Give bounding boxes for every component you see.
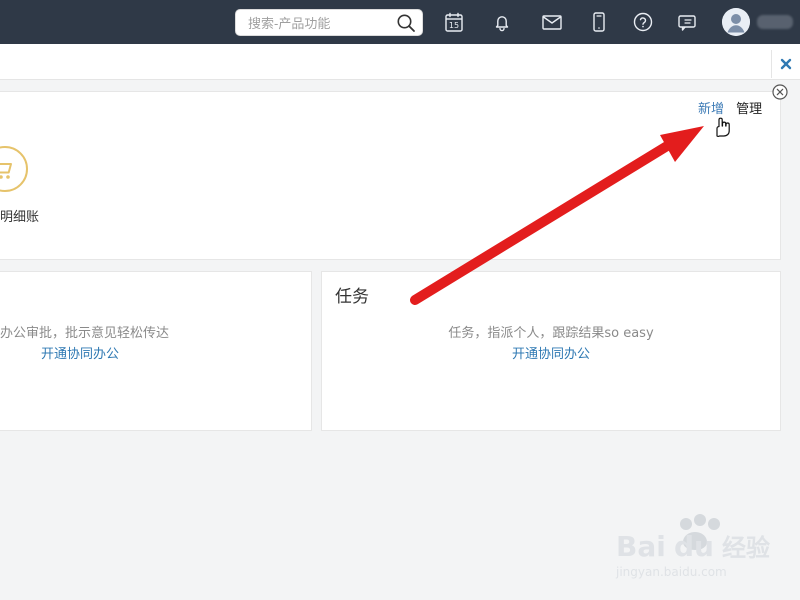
shortcut-shopping-cart[interactable] <box>0 146 28 192</box>
calendar-day: 15 <box>449 21 459 30</box>
mobile-icon[interactable] <box>587 10 611 34</box>
manage-button[interactable]: 管理 <box>736 102 762 117</box>
svg-text:经验: 经验 <box>722 534 770 562</box>
watermark-logo: Bai du 经验 jingyan.baidu.com <box>615 514 770 579</box>
top-navigation-bar: 15 <box>0 0 800 44</box>
shortcuts-panel <box>0 91 781 260</box>
tabs-bar <box>0 44 800 80</box>
search-input[interactable] <box>246 10 400 37</box>
svg-text:Bai: Bai <box>616 530 666 563</box>
shortcut-label[interactable]: 明细账 <box>0 206 39 225</box>
card-title: 任务 <box>335 287 369 307</box>
hand-pointer-icon <box>716 117 730 137</box>
card-description: 办公审批，批示意见轻松传达 <box>0 326 170 341</box>
username-obscured <box>757 15 793 29</box>
enable-collaboration-link[interactable]: 开通协同办公 <box>322 343 780 362</box>
bell-icon[interactable] <box>490 10 514 34</box>
svg-text:jingyan.baidu.com: jingyan.baidu.com <box>615 565 727 579</box>
shopping-cart-icon <box>0 163 12 179</box>
user-avatar[interactable] <box>722 8 750 36</box>
help-icon[interactable] <box>631 10 655 34</box>
search-box[interactable] <box>235 9 423 37</box>
enable-collaboration-link[interactable]: 开通协同办公 <box>41 343 119 362</box>
search-icon[interactable] <box>396 13 416 33</box>
feedback-icon[interactable] <box>675 10 699 34</box>
panel-close-icon[interactable] <box>772 84 788 100</box>
card-collaboration: 办公审批，批示意见轻松传达 开通协同办公 <box>0 271 312 431</box>
card-description: 任务，指派个人，跟踪结果so easy <box>448 326 654 341</box>
svg-text:du: du <box>674 530 714 563</box>
mail-icon[interactable] <box>540 10 564 34</box>
calendar-icon[interactable]: 15 <box>442 10 466 34</box>
close-icon[interactable] <box>771 50 800 78</box>
card-tasks: 任务 任务，指派个人，跟踪结果so easy 开通协同办公 <box>321 271 781 431</box>
